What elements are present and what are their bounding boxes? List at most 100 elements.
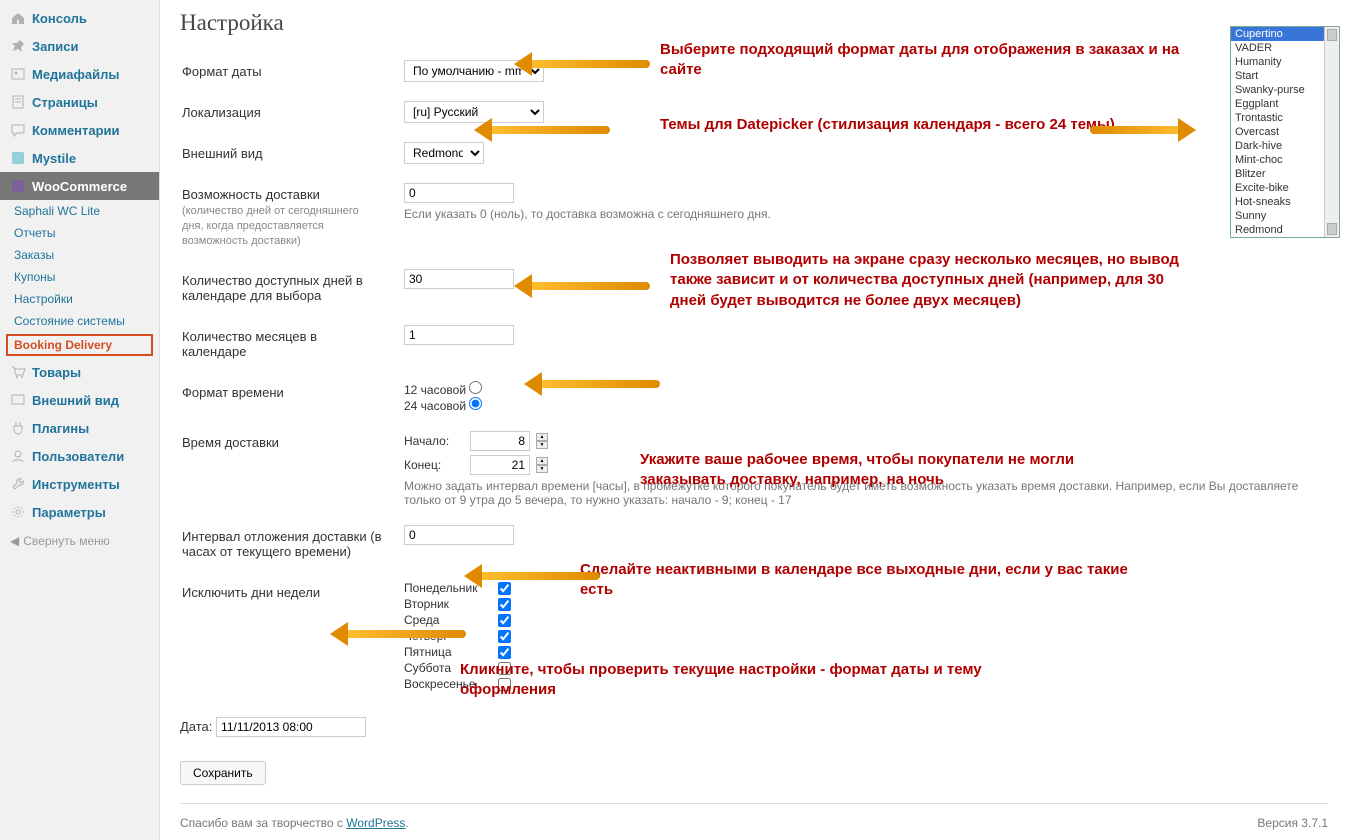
sidebar-item-параметры[interactable]: Параметры [0, 498, 159, 526]
theme-option[interactable]: Sunny [1231, 209, 1339, 223]
time-format-12[interactable]: 12 часовой [404, 383, 482, 397]
label-exclude: Исключить дни недели [182, 573, 392, 701]
label-theme: Внешний вид [182, 134, 392, 173]
theme-option[interactable]: Redmond [1231, 223, 1339, 237]
sidebar-item-пользователи[interactable]: Пользователи [0, 442, 159, 470]
sidebar-subitem[interactable]: Отчеты [0, 222, 159, 244]
exclude-day-row: Пятница [404, 645, 1316, 659]
sidebar-subitem[interactable]: Заказы [0, 244, 159, 266]
page-icon [10, 94, 26, 110]
theme-option[interactable]: Excite-bike [1231, 181, 1339, 195]
sidebar-item-плагины[interactable]: Плагины [0, 414, 159, 442]
exclude-Суббота-checkbox[interactable] [498, 662, 511, 675]
home-icon [10, 10, 26, 26]
main-content: Настройка Формат даты По умолчанию - mm/… [160, 0, 1348, 840]
sidebar-item-товары[interactable]: Товары [0, 358, 159, 386]
exclude-Вторник-checkbox[interactable] [498, 598, 511, 611]
settings-form: Формат даты По умолчанию - mm/dd/yy Лока… [180, 50, 1328, 703]
appearance-icon [10, 392, 26, 408]
start-label: Начало: [404, 434, 464, 448]
locale-select[interactable]: [ru] Русский [404, 101, 544, 123]
label-time-format: Формат времени [182, 373, 392, 421]
sidebar-item-консоль[interactable]: Консоль [0, 4, 159, 32]
scrollbar[interactable] [1324, 27, 1339, 237]
woo-icon [10, 178, 26, 194]
exclude-day-row: Среда [404, 613, 1316, 627]
sidebar-subitem[interactable]: Настройки [0, 288, 159, 310]
exclude-Пятница-checkbox[interactable] [498, 646, 511, 659]
footer-credit: Спасибо вам за творчество с WordPress. [180, 816, 409, 830]
exclude-day-row: Суббота [404, 661, 1316, 675]
media-icon [10, 66, 26, 82]
sidebar-item-booking-delivery[interactable]: Booking Delivery [6, 334, 153, 356]
theme-select[interactable]: Redmond [404, 142, 484, 164]
theme-dropdown[interactable]: CupertinoVADERHumanityStartSwanky-purseE… [1230, 26, 1340, 238]
exclude-day-row: Понедельник [404, 581, 1316, 595]
preview-label: Дата: [180, 719, 212, 734]
label-locale: Локализация [182, 93, 392, 132]
sidebar-item-woocommerce[interactable]: WooCommerce [0, 172, 159, 200]
days-count-input[interactable] [404, 269, 514, 289]
theme-option[interactable]: Overcast [1231, 125, 1339, 139]
save-button[interactable]: Сохранить [180, 761, 266, 785]
theme-option[interactable]: Cupertino [1231, 27, 1339, 41]
sidebar-item-медиафайлы[interactable]: Медиафайлы [0, 60, 159, 88]
theme-option[interactable]: Humanity [1231, 55, 1339, 69]
time-end-input[interactable] [470, 455, 530, 475]
date-preview-input[interactable] [216, 717, 366, 737]
offset-hint: Если указать 0 (ноль), то доставка возмо… [404, 207, 1304, 221]
sidebar-subitem[interactable]: Saphali WC Lite [0, 200, 159, 222]
label-months: Количество месяцев в календаре [182, 317, 392, 371]
tools-icon [10, 476, 26, 492]
sidebar-item-внешний вид[interactable]: Внешний вид [0, 386, 159, 414]
label-offset: Возможность доставки (количество дней от… [182, 175, 392, 259]
end-down[interactable]: ▼ [536, 465, 548, 473]
sidebar-item-страницы[interactable]: Страницы [0, 88, 159, 116]
theme-option[interactable]: Dark-hive [1231, 139, 1339, 153]
theme-option[interactable]: Start [1231, 69, 1339, 83]
sidebar-item-записи[interactable]: Записи [0, 32, 159, 60]
time-format-24[interactable]: 24 часовой [404, 399, 482, 413]
exclude-Воскресенье-checkbox[interactable] [498, 678, 511, 691]
exclude-Понедельник-checkbox[interactable] [498, 582, 511, 595]
start-up[interactable]: ▲ [536, 433, 548, 441]
theme-option[interactable]: Hot-sneaks [1231, 195, 1339, 209]
delivery-time-hint: Можно задать интервал времени [часы], в … [404, 479, 1304, 507]
sidebar-subitem[interactable]: Купоны [0, 266, 159, 288]
label-delay: Интервал отложения доставки (в часах от … [182, 517, 392, 571]
months-input[interactable] [404, 325, 514, 345]
label-days-count: Количество доступных дней в календаре дл… [182, 261, 392, 315]
wordpress-link[interactable]: WordPress [346, 816, 405, 830]
sidebar-item-комментарии[interactable]: Комментарии [0, 116, 159, 144]
exclude-Четверг-checkbox[interactable] [498, 630, 511, 643]
date-format-select[interactable]: По умолчанию - mm/dd/yy [404, 60, 544, 82]
exclude-Среда-checkbox[interactable] [498, 614, 511, 627]
delay-input[interactable] [404, 525, 514, 545]
start-down[interactable]: ▼ [536, 441, 548, 449]
pin-icon [10, 38, 26, 54]
theme-option[interactable]: Trontastic [1231, 111, 1339, 125]
theme-option[interactable]: Blitzer [1231, 167, 1339, 181]
end-up[interactable]: ▲ [536, 457, 548, 465]
theme-option[interactable]: VADER [1231, 41, 1339, 55]
plugin-icon [10, 420, 26, 436]
collapse-menu[interactable]: ◀ Свернуть меню [0, 526, 159, 556]
version-label: Версия 3.7.1 [1257, 816, 1328, 830]
label-date-format: Формат даты [182, 52, 392, 91]
end-label: Конец: [404, 458, 464, 472]
cart-icon [10, 364, 26, 380]
comment-icon [10, 122, 26, 138]
theme-option[interactable]: Eggplant [1231, 97, 1339, 111]
sidebar-item-инструменты[interactable]: Инструменты [0, 470, 159, 498]
theme-icon [10, 150, 26, 166]
exclude-day-row: Вторник [404, 597, 1316, 611]
exclude-day-row: Воскресенье [404, 677, 1316, 691]
theme-option[interactable]: Swanky-purse [1231, 83, 1339, 97]
offset-input[interactable] [404, 183, 514, 203]
sidebar-item-mystile[interactable]: Mystile [0, 144, 159, 172]
exclude-day-row: Четверг [404, 629, 1316, 643]
time-start-input[interactable] [470, 431, 530, 451]
theme-option[interactable]: Mint-choc [1231, 153, 1339, 167]
sidebar-subitem[interactable]: Состояние системы [0, 310, 159, 332]
collapse-icon: ◀ [10, 534, 19, 548]
